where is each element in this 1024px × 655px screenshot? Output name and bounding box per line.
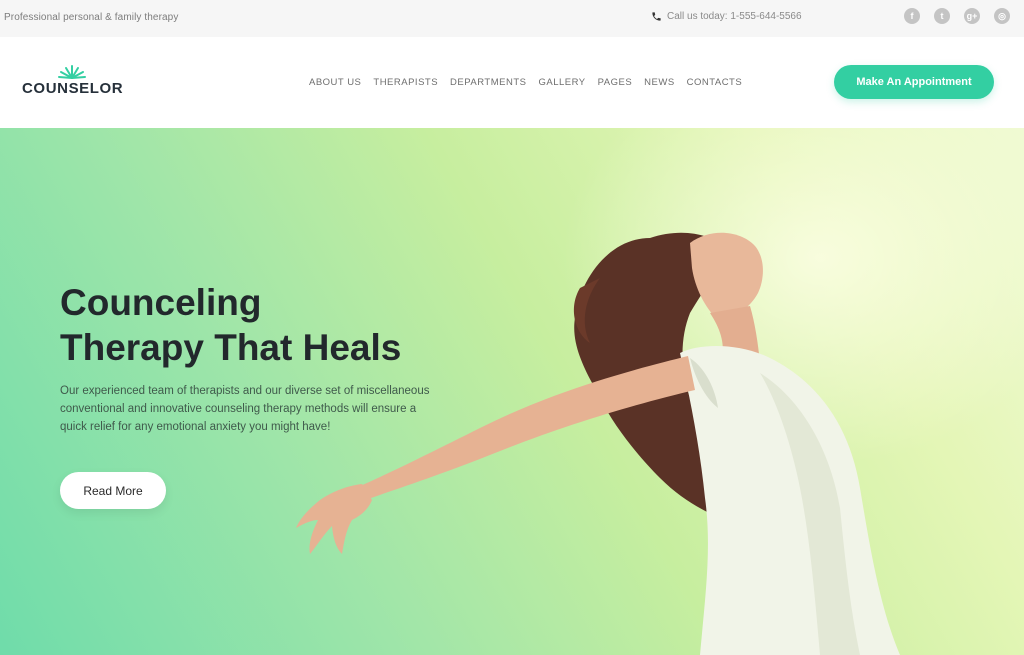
google-plus-icon[interactable]: g+ [964,8,980,24]
twitter-icon[interactable]: t [934,8,950,24]
phone-contact[interactable]: Call us today: 1-555-644-5566 [651,11,802,22]
logo-text: COUNSELOR [22,80,124,97]
nav-item-therapists[interactable]: THERAPISTS [373,77,438,88]
phone-icon [652,12,661,21]
instagram-icon[interactable]: ◎ [994,8,1010,24]
hero-title-line-1: Counceling [60,282,262,323]
main-nav: ABOUT US THERAPISTS DEPARTMENTS GALLERY … [309,77,742,88]
social-links: f t g+ ◎ [904,8,1010,24]
nav-item-gallery[interactable]: GALLERY [538,77,585,88]
make-appointment-button[interactable]: Make An Appointment [834,65,994,99]
logo[interactable]: COUNSELOR [22,64,124,100]
hero-title-line-2: Therapy That Heals [60,327,402,368]
nav-item-departments[interactable]: DEPARTMENTS [450,77,526,88]
nav-item-contacts[interactable]: CONTACTS [687,77,743,88]
top-bar: Professional personal & family therapy C… [0,0,1024,37]
phone-text: Call us today: 1-555-644-5566 [667,11,802,22]
facebook-icon[interactable]: f [904,8,920,24]
read-more-button[interactable]: Read More [60,472,166,509]
nav-item-about-us[interactable]: ABOUT US [309,77,361,88]
nav-item-news[interactable]: NEWS [644,77,675,88]
tagline: Professional personal & family therapy [4,12,179,23]
site-header: COUNSELOR ABOUT US THERAPISTS DEPARTMENT… [0,37,1024,128]
hero-section: Counceling Therapy That Heals Our experi… [0,128,1024,655]
hero-title: Counceling Therapy That Heals [60,280,401,370]
nav-item-pages[interactable]: PAGES [598,77,633,88]
sunburst-logo-icon [58,65,86,79]
hero-description: Our experienced team of therapists and o… [60,385,430,433]
